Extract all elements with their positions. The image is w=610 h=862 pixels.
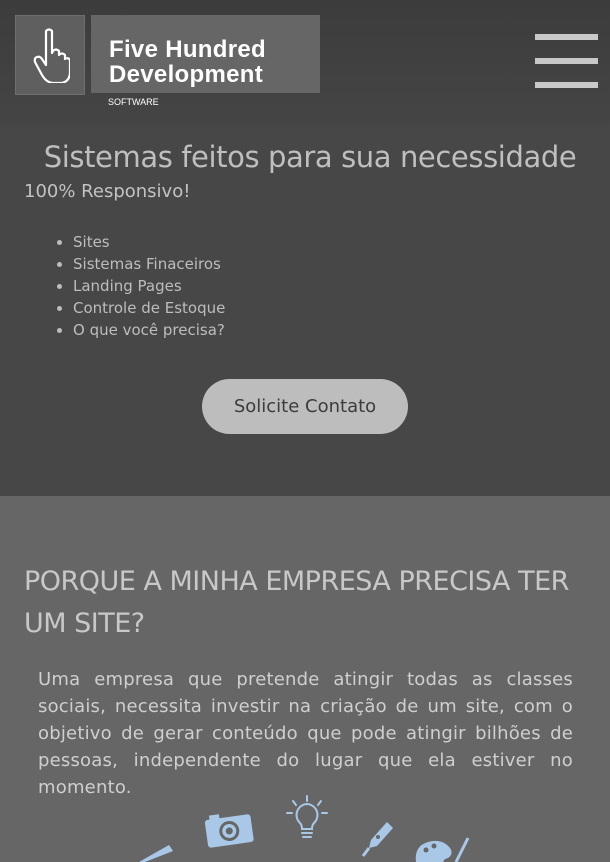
list-item: Sistemas Finaceiros xyxy=(73,253,225,275)
contact-button[interactable]: Solicite Contato xyxy=(202,379,408,434)
list-item: O que você precisa? xyxy=(73,319,225,341)
lightbulb-icon xyxy=(286,795,328,838)
why-section: PORQUE A MINHA EMPRESA PRECISA TER UM SI… xyxy=(0,496,610,862)
pencil-icon xyxy=(139,845,173,862)
hero-section: Sistemas feitos para sua necessidade 100… xyxy=(0,125,610,496)
brand-name: Five Hundred Development xyxy=(109,36,266,88)
site-header: Five Hundred Development SOFTWARE xyxy=(0,0,610,125)
brand-tagline: SOFTWARE xyxy=(108,97,159,107)
logo-icon-box[interactable] xyxy=(15,15,85,95)
feature-list: Sites Sistemas Finaceiros Landing Pages … xyxy=(49,231,225,341)
logo[interactable]: Five Hundred Development SOFTWARE xyxy=(91,15,320,107)
pointing-hand-icon xyxy=(33,28,70,83)
list-item: Sites xyxy=(73,231,225,253)
section-text: Uma empresa que pretende atingir todas a… xyxy=(38,669,573,798)
section-title: PORQUE A MINHA EMPRESA PRECISA TER UM SI… xyxy=(24,566,569,639)
list-item: Controle de Estoque xyxy=(73,297,225,319)
hero-title: Sistemas feitos para sua necessidade xyxy=(43,140,577,174)
paint-palette-icon xyxy=(415,837,470,862)
camera-icon xyxy=(204,814,254,848)
pen-nib-icon xyxy=(361,822,393,857)
hamburger-menu-icon[interactable] xyxy=(535,34,598,90)
list-item: Landing Pages xyxy=(73,275,225,297)
hero-subtitle: 100% Responsivo! xyxy=(24,181,191,202)
